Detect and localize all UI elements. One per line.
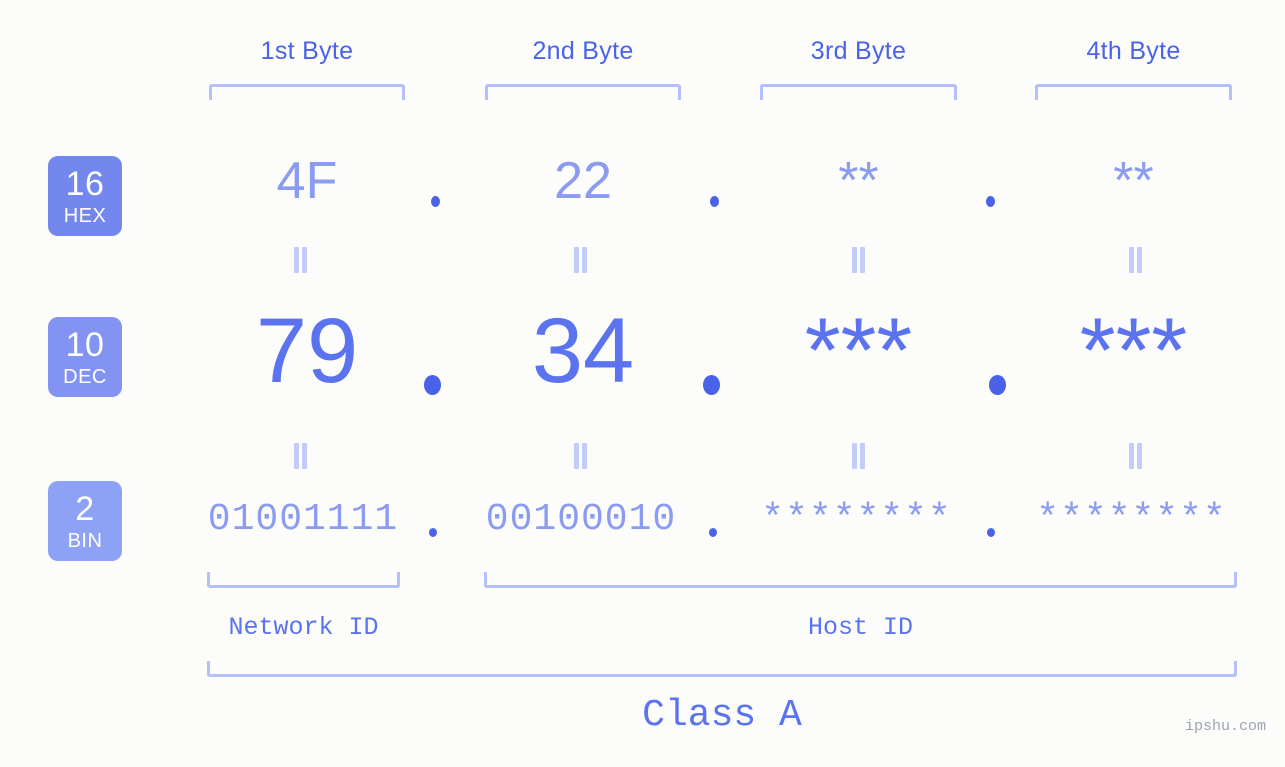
bin-separator-1 (429, 528, 437, 537)
watermark: ipshu.com (1185, 718, 1267, 735)
dec-octet-1: 79 (255, 300, 359, 402)
dec-octet-3: *** (804, 300, 913, 402)
radix-badge-dec-system: DEC (63, 365, 107, 388)
hex-octet-2: 22 (554, 152, 612, 210)
equals-marker-hex-dec-1 (294, 247, 307, 273)
radix-badge-dec-number: 10 (65, 325, 105, 364)
bin-octet-2: 00100010 (485, 498, 677, 541)
radix-badge-bin-number: 2 (75, 489, 95, 528)
bin-separator-2 (709, 528, 717, 537)
equals-marker-hex-dec-2 (574, 247, 587, 273)
dec-octet-4: *** (1079, 300, 1188, 402)
dec-separator-2 (703, 375, 720, 395)
equals-marker-dec-bin-4 (1129, 443, 1142, 469)
host-id-bracket (484, 572, 1237, 588)
radix-badge-bin: 2 BIN (48, 481, 122, 561)
equals-marker-dec-bin-2 (574, 443, 587, 469)
bin-octet-3: ******** (761, 498, 952, 541)
equals-marker-hex-dec-4 (1129, 247, 1142, 273)
equals-marker-hex-dec-3 (852, 247, 865, 273)
ip-address-breakdown-diagram: 1st Byte 2nd Byte 3rd Byte 4th Byte 16 H… (0, 0, 1285, 767)
radix-badge-hex-system: HEX (63, 204, 107, 227)
byte-header-3: 3rd Byte (810, 37, 907, 65)
byte-bracket-1 (209, 84, 405, 100)
hex-octet-4: ** (1113, 152, 1154, 210)
radix-badge-bin-system: BIN (67, 529, 103, 552)
bin-octet-4: ******** (1036, 498, 1227, 541)
byte-header-2: 2nd Byte (532, 37, 634, 65)
byte-bracket-4 (1035, 84, 1232, 100)
dec-separator-1 (424, 375, 441, 395)
hex-octet-3: ** (838, 152, 879, 210)
hex-separator-1 (431, 196, 440, 207)
dec-separator-3 (989, 375, 1006, 395)
host-id-label: Host ID (807, 613, 914, 642)
byte-bracket-3 (760, 84, 957, 100)
class-bracket (207, 661, 1237, 677)
network-id-bracket (207, 572, 400, 588)
radix-badge-dec: 10 DEC (48, 317, 122, 397)
class-label: Class A (642, 694, 802, 737)
dec-octet-2: 34 (531, 300, 635, 402)
byte-header-1: 1st Byte (260, 37, 354, 65)
hex-separator-2 (710, 196, 719, 207)
hex-octet-1: 4F (276, 152, 338, 210)
equals-marker-dec-bin-1 (294, 443, 307, 469)
network-id-label: Network ID (228, 613, 379, 642)
radix-badge-hex: 16 HEX (48, 156, 122, 236)
radix-badge-hex-number: 16 (65, 164, 105, 203)
equals-marker-dec-bin-3 (852, 443, 865, 469)
hex-separator-3 (986, 196, 995, 207)
bin-octet-1: 01001111 (207, 498, 399, 541)
byte-header-4: 4th Byte (1086, 37, 1181, 65)
bin-separator-3 (987, 528, 995, 537)
byte-bracket-2 (485, 84, 681, 100)
